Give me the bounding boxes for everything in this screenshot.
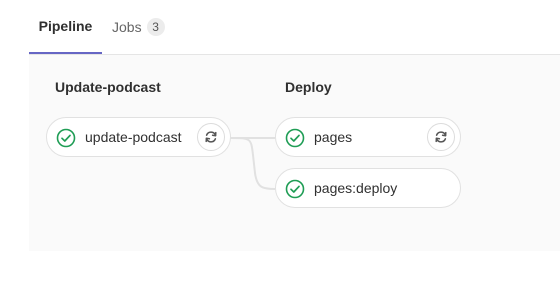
tab-pipeline[interactable]: Pipeline — [29, 0, 102, 54]
job-pages[interactable]: pages — [275, 117, 461, 157]
job-name: pages — [314, 129, 353, 145]
job-update-podcast[interactable]: update-podcast — [46, 117, 231, 157]
job-pages-deploy[interactable]: pages:deploy — [275, 168, 461, 208]
tab-jobs-label: Jobs — [112, 19, 142, 35]
check-circle-icon — [56, 128, 76, 148]
jobs-count-badge: 3 — [146, 18, 165, 36]
pipeline-graph: Update-podcast Deploy update-podcast pag… — [29, 55, 560, 251]
stage-title-deploy: Deploy — [285, 79, 332, 95]
retry-icon — [435, 131, 447, 143]
stage-title-update-podcast: Update-podcast — [55, 79, 161, 95]
tab-jobs[interactable]: Jobs 3 — [112, 0, 165, 54]
retry-icon — [205, 131, 217, 143]
retry-button[interactable] — [427, 123, 455, 151]
check-circle-icon — [285, 179, 305, 199]
job-name: update-podcast — [85, 129, 182, 145]
job-name: pages:deploy — [314, 180, 398, 196]
pipeline-tabs: Pipeline Jobs 3 — [29, 0, 560, 55]
check-circle-icon — [285, 128, 305, 148]
retry-button[interactable] — [197, 123, 225, 151]
tab-pipeline-label: Pipeline — [38, 18, 93, 34]
